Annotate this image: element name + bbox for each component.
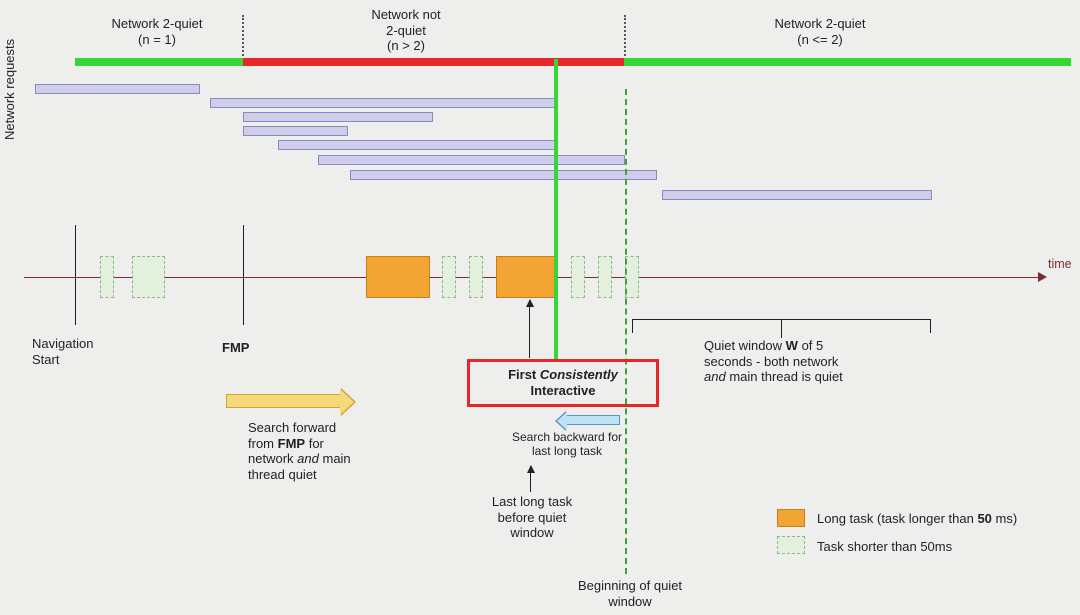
- network-request: [350, 170, 657, 180]
- nav-start-label: Navigation Start: [32, 336, 93, 367]
- section-label-left: Network 2-quiet (n = 1): [73, 16, 241, 47]
- short-task: [100, 256, 114, 298]
- fmp-label: FMP: [222, 340, 249, 356]
- fci-marker: [554, 59, 558, 359]
- legend-swatch-long-task: [777, 509, 805, 527]
- section-divider: [624, 15, 626, 60]
- legend-short-task: Task shorter than 50ms: [817, 539, 952, 555]
- short-task: [442, 256, 456, 298]
- time-arrow-icon: [1038, 272, 1047, 282]
- network-state-bar: [243, 58, 624, 66]
- quiet-window-desc: Quiet window W of 5 seconds - both netwo…: [704, 338, 914, 385]
- last-long-task-label: Last long task before quiet window: [467, 494, 597, 541]
- forward-arrow: [226, 394, 341, 408]
- fci-connector: [529, 300, 530, 358]
- short-task: [598, 256, 612, 298]
- quiet-window-start-marker: [625, 89, 627, 574]
- long-task: [496, 256, 556, 298]
- section-label-mid: Network not 2-quiet (n > 2): [312, 7, 500, 54]
- network-request: [278, 140, 558, 150]
- backward-search-text: Search backward for last long task: [497, 430, 637, 459]
- short-task: [625, 256, 639, 298]
- last-long-task-connector: [530, 466, 531, 492]
- section-divider: [242, 15, 244, 60]
- begin-quiet-label: Beginning of quiet window: [565, 578, 695, 609]
- network-state-bar: [75, 58, 243, 66]
- y-axis-label: Network requests: [2, 39, 17, 140]
- network-request: [243, 126, 348, 136]
- backward-arrow: [566, 415, 620, 425]
- nav-start-marker: [75, 225, 76, 325]
- fci-highlight: First ConsistentlyInteractive: [467, 359, 659, 407]
- section-label-right: Network 2-quiet (n <= 2): [710, 16, 930, 47]
- fmp-marker: [243, 225, 244, 325]
- network-request: [35, 84, 200, 94]
- network-request: [243, 112, 433, 122]
- bracket-connector: [781, 319, 782, 338]
- short-task: [469, 256, 483, 298]
- legend-swatch-short-task: [777, 536, 805, 554]
- legend-long-task: Long task (task longer than 50 ms): [817, 511, 1017, 527]
- long-task: [366, 256, 430, 298]
- network-request: [210, 98, 555, 108]
- network-state-bar: [624, 58, 1071, 66]
- fci-text: First ConsistentlyInteractive: [508, 367, 618, 400]
- network-request: [662, 190, 932, 200]
- bracket-edge: [632, 319, 633, 333]
- bracket-edge: [930, 319, 931, 333]
- time-axis-label: time: [1048, 257, 1072, 271]
- short-task: [132, 256, 165, 298]
- short-task: [571, 256, 585, 298]
- forward-search-text: Search forward from FMP for network and …: [248, 420, 408, 482]
- network-request: [318, 155, 625, 165]
